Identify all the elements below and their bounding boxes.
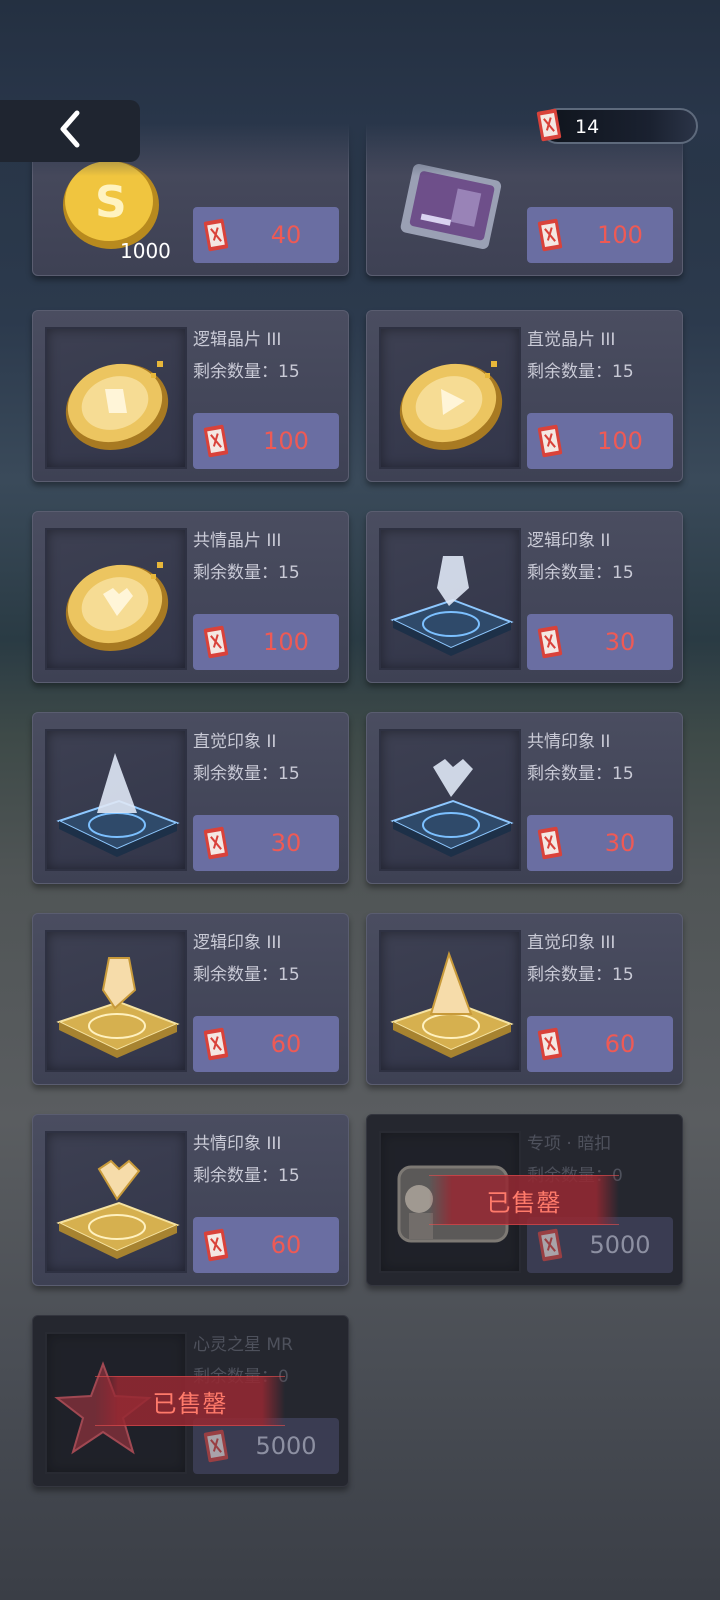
- item-thumbnail: [45, 327, 187, 469]
- item-name: 专项 · 暗扣: [527, 1134, 612, 1154]
- item-name: 逻辑印象 III: [193, 933, 282, 953]
- shop-item-card[interactable]: 逻辑印象 III 剩余数量：15 60: [32, 913, 349, 1085]
- item-name: 共情晶片 III: [193, 531, 282, 551]
- item-thumbnail: [379, 528, 521, 670]
- price-value: 100: [263, 427, 309, 455]
- item-name: 直觉晶片 III: [527, 330, 616, 350]
- item-thumbnail: [45, 729, 187, 871]
- price-button[interactable]: 5000: [527, 1217, 673, 1273]
- ticket-icon: [535, 422, 565, 460]
- item-quantity: 1000: [120, 239, 171, 263]
- chevron-left-icon: [55, 109, 85, 153]
- item-stock: 剩余数量：15: [527, 764, 634, 784]
- price-value: 5000: [589, 1231, 651, 1259]
- ticket-icon: [535, 623, 565, 661]
- currency-display: 14: [536, 108, 698, 144]
- price-button[interactable]: 100: [193, 614, 339, 670]
- sold-out-badge: 已售罄: [95, 1376, 285, 1426]
- price-value: 100: [597, 427, 643, 455]
- item-thumbnail: [379, 729, 521, 871]
- item-stock: 剩余数量：15: [527, 563, 634, 583]
- shop-grid: S 1000 40 100 逻辑晶片 III 剩余数量：15 100 直觉晶片 …: [0, 0, 720, 1600]
- item-thumbnail: [379, 327, 521, 469]
- shop-item-card[interactable]: 直觉印象 II 剩余数量：15 30: [32, 712, 349, 884]
- back-button[interactable]: [0, 100, 140, 162]
- item-name: 直觉印象 III: [527, 933, 616, 953]
- item-stock: 剩余数量：15: [527, 362, 634, 382]
- shop-item-card[interactable]: 逻辑印象 II 剩余数量：15 30: [366, 511, 683, 683]
- price-button[interactable]: 60: [193, 1016, 339, 1072]
- item-name: 逻辑晶片 III: [193, 330, 282, 350]
- price-button[interactable]: 5000: [193, 1418, 339, 1474]
- shop-item-card-sold-out[interactable]: 专项 · 暗扣 剩余数量：0 5000 已售罄: [366, 1114, 683, 1286]
- item-stock: 剩余数量：15: [193, 1166, 300, 1186]
- ticket-icon: [535, 216, 565, 254]
- item-name: 共情印象 II: [527, 732, 611, 752]
- ticket-icon: [201, 1427, 231, 1465]
- shop-item-card[interactable]: 共情印象 II 剩余数量：15 30: [366, 712, 683, 884]
- item-stock: 剩余数量：15: [527, 965, 634, 985]
- item-stock: 剩余数量：15: [193, 965, 300, 985]
- price-button[interactable]: 30: [527, 815, 673, 871]
- ticket-icon: [201, 422, 231, 460]
- ticket-icon: [535, 1025, 565, 1063]
- ticket-icon: [201, 1025, 231, 1063]
- shop-item-card[interactable]: 逻辑晶片 III 剩余数量：15 100: [32, 310, 349, 482]
- item-stock: 剩余数量：15: [193, 362, 300, 382]
- price-value: 40: [270, 221, 302, 249]
- price-value: 30: [604, 628, 636, 656]
- svg-text:S: S: [95, 177, 127, 228]
- price-value: 60: [604, 1030, 636, 1058]
- currency-amount: 14: [575, 116, 600, 138]
- ticket-icon: [535, 1226, 565, 1264]
- price-value: 30: [604, 829, 636, 857]
- price-button[interactable]: 100: [527, 413, 673, 469]
- price-button[interactable]: 60: [193, 1217, 339, 1273]
- price-button[interactable]: 60: [527, 1016, 673, 1072]
- sold-out-badge: 已售罄: [429, 1175, 619, 1225]
- item-name: 直觉印象 II: [193, 732, 277, 752]
- shop-item-card[interactable]: 共情印象 III 剩余数量：15 60: [32, 1114, 349, 1286]
- ticket-icon: [201, 216, 231, 254]
- shop-item-card[interactable]: 直觉晶片 III 剩余数量：15 100: [366, 310, 683, 482]
- item-stock: 剩余数量：15: [193, 563, 300, 583]
- price-button[interactable]: 100: [527, 207, 673, 263]
- item-name: 逻辑印象 II: [527, 531, 611, 551]
- price-value: 100: [597, 221, 643, 249]
- shop-item-card-sold-out[interactable]: 心灵之星 MR 剩余数量：0 5000 已售罄: [32, 1315, 349, 1487]
- price-button[interactable]: 100: [193, 413, 339, 469]
- ticket-icon: [534, 106, 564, 144]
- item-thumbnail: [379, 930, 521, 1072]
- price-value: 60: [270, 1231, 302, 1259]
- price-value: 60: [270, 1030, 302, 1058]
- item-stock: 剩余数量：15: [193, 764, 300, 784]
- ticket-icon: [201, 1226, 231, 1264]
- item-thumbnail: [45, 1131, 187, 1273]
- item-name: 心灵之星 MR: [193, 1335, 293, 1355]
- price-button[interactable]: 40: [193, 207, 339, 263]
- price-value: 5000: [255, 1432, 317, 1460]
- ticket-icon: [201, 623, 231, 661]
- price-button[interactable]: 30: [193, 815, 339, 871]
- price-value: 30: [270, 829, 302, 857]
- price-button[interactable]: 30: [527, 614, 673, 670]
- shop-item-card[interactable]: 直觉印象 III 剩余数量：15 60: [366, 913, 683, 1085]
- price-value: 100: [263, 628, 309, 656]
- item-thumbnail: [45, 930, 187, 1072]
- shop-item-card[interactable]: 共情晶片 III 剩余数量：15 100: [32, 511, 349, 683]
- item-name: 共情印象 III: [193, 1134, 282, 1154]
- ticket-icon: [201, 824, 231, 862]
- item-thumbnail: [45, 528, 187, 670]
- ticket-icon: [535, 824, 565, 862]
